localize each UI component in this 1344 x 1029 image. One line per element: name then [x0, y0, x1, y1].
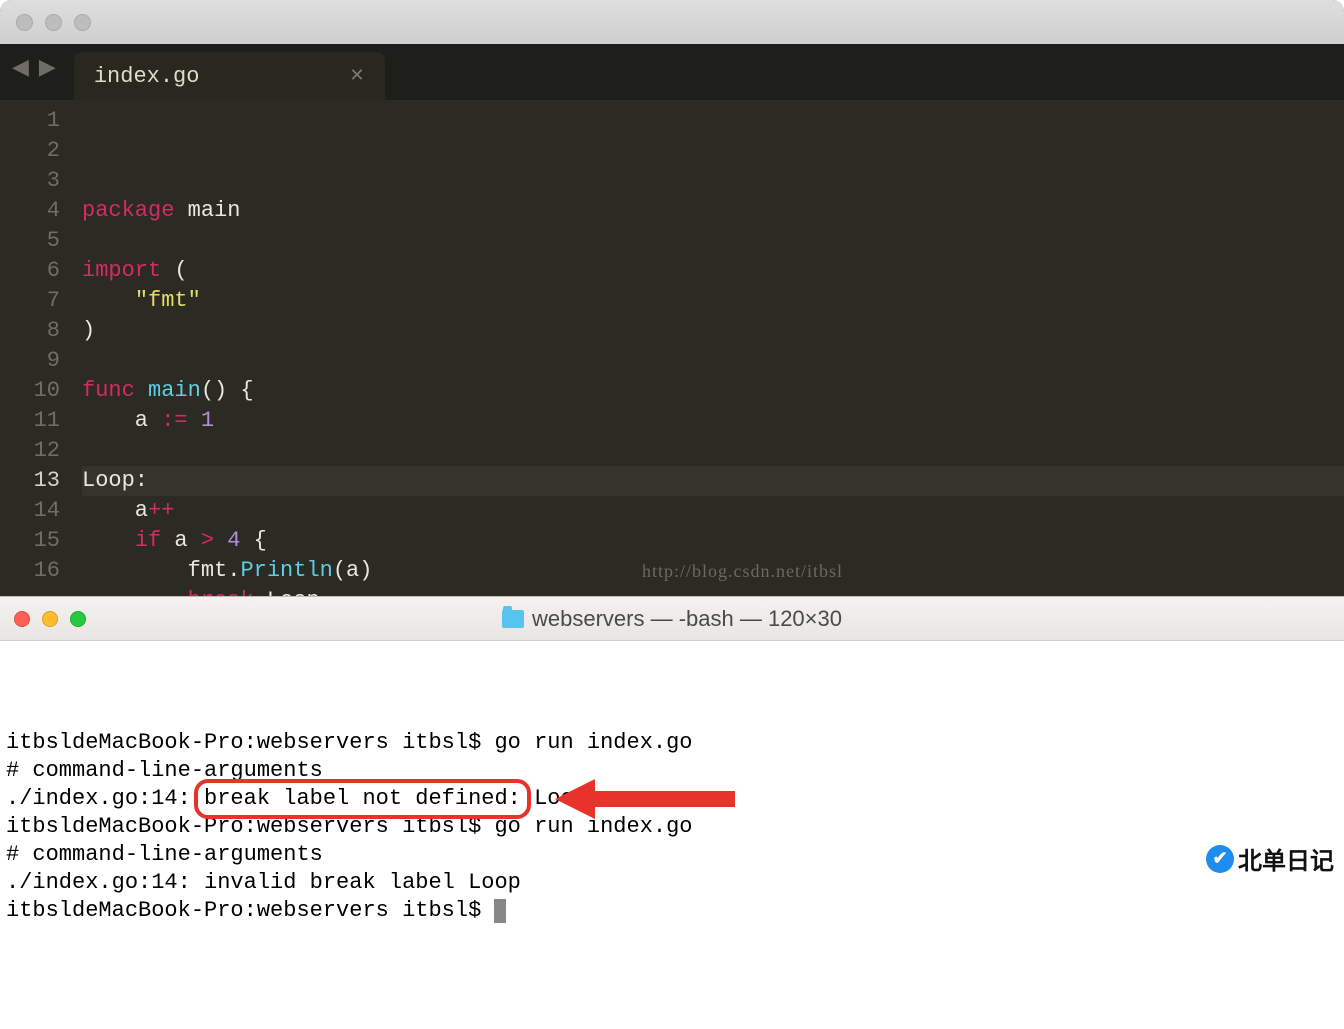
nav-forward-icon[interactable]: ▶	[39, 55, 56, 81]
terminal-titlebar: webservers — -bash — 120×30	[0, 597, 1344, 641]
traffic-minimize-icon[interactable]	[45, 14, 62, 31]
traffic-zoom-icon[interactable]	[74, 14, 91, 31]
nav-back-icon[interactable]: ◀	[12, 55, 29, 81]
brand-text: 北单日记	[1238, 841, 1334, 876]
code-line: )	[82, 316, 1344, 346]
brand-icon: ✔	[1206, 845, 1234, 873]
terminal-line: itbsldeMacBook-Pro:webservers itbsl$	[6, 897, 1338, 925]
code-line	[82, 226, 1344, 256]
line-number: 11	[0, 406, 60, 436]
folder-icon	[502, 610, 524, 628]
line-number: 3	[0, 166, 60, 196]
tab-close-icon[interactable]: ✕	[349, 65, 364, 87]
code-line: func main() {	[82, 376, 1344, 406]
line-number: 1	[0, 106, 60, 136]
terminal-title: webservers — -bash — 120×30	[0, 606, 1344, 632]
code-line: if a > 4 {	[82, 526, 1344, 556]
code-line: "fmt"	[82, 286, 1344, 316]
terminal-body[interactable]: itbsldeMacBook-Pro:webservers itbsl$ go …	[0, 641, 1344, 1029]
code-line: a++	[82, 496, 1344, 526]
tab-label: index.go	[94, 64, 200, 89]
code-area[interactable]: http://blog.csdn.net/itbsl package maini…	[82, 106, 1344, 676]
line-number: 4	[0, 196, 60, 226]
line-number: 2	[0, 136, 60, 166]
editor-body: 12345678910111213141516 http://blog.csdn…	[0, 100, 1344, 676]
line-number: 7	[0, 286, 60, 316]
traffic-close-icon[interactable]	[16, 14, 33, 31]
code-line: package main	[82, 196, 1344, 226]
tab-index-go[interactable]: index.go ✕	[74, 52, 385, 100]
terminal-line: # command-line-arguments	[6, 841, 1338, 869]
line-number: 15	[0, 526, 60, 556]
editor-titlebar	[0, 0, 1344, 44]
line-number: 14	[0, 496, 60, 526]
editor-tabbar: ◀ ▶ index.go ✕	[0, 44, 1344, 100]
terminal-line: # command-line-arguments	[6, 757, 1338, 785]
line-number: 16	[0, 556, 60, 586]
line-number: 13	[0, 466, 60, 496]
line-number: 12	[0, 436, 60, 466]
line-number: 6	[0, 256, 60, 286]
code-line	[82, 436, 1344, 466]
line-number: 8	[0, 316, 60, 346]
code-line: fmt.Println(a)	[82, 556, 1344, 586]
terminal-line: itbsldeMacBook-Pro:webservers itbsl$ go …	[6, 813, 1338, 841]
editor-window: ◀ ▶ index.go ✕ 12345678910111213141516 h…	[0, 0, 1344, 676]
line-number: 9	[0, 346, 60, 376]
terminal-line: itbsldeMacBook-Pro:webservers itbsl$ go …	[6, 729, 1338, 757]
line-number: 5	[0, 226, 60, 256]
terminal-line: ./index.go:14: break label not defined: …	[6, 785, 1338, 813]
line-number: 10	[0, 376, 60, 406]
terminal-line: ./index.go:14: invalid break label Loop	[6, 869, 1338, 897]
code-line: a := 1	[82, 406, 1344, 436]
tab-history-nav: ◀ ▶	[12, 55, 56, 89]
terminal-title-text: webservers — -bash — 120×30	[532, 606, 842, 632]
code-line: import (	[82, 256, 1344, 286]
code-line	[82, 346, 1344, 376]
line-number-gutter: 12345678910111213141516	[0, 106, 82, 676]
code-line: Loop:	[82, 466, 1344, 496]
brand-badge: ✔ 北单日记	[1206, 841, 1334, 876]
terminal-cursor	[494, 899, 506, 923]
terminal-window: webservers — -bash — 120×30 itbsldeMacBo…	[0, 596, 1344, 1029]
